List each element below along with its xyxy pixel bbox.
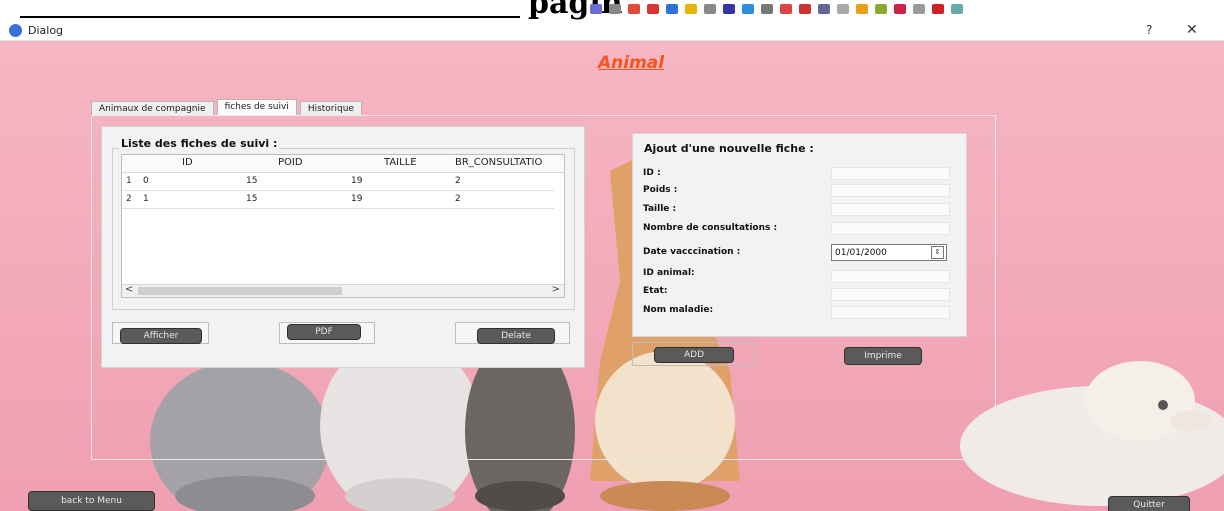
row-divider — [122, 208, 554, 209]
input-etat[interactable] — [831, 288, 950, 301]
dialog-canvas: Animal Animaux de compagnie fiches de su… — [0, 41, 1224, 511]
scroll-right-arrow[interactable]: > — [552, 284, 560, 295]
fiches-table[interactable]: ID POID TAILLE BR_CONSULTATIO 1 0 15 19 … — [121, 154, 565, 298]
cell-poid[interactable]: 15 — [246, 194, 257, 204]
close-button[interactable]: ✕ — [1186, 22, 1198, 38]
taskbar-icons — [590, 4, 963, 14]
label-id: ID : — [643, 168, 661, 178]
date-vaccination-input[interactable]: 01/01/2000 ⇕ — [831, 244, 947, 261]
cell-poid[interactable]: 15 — [246, 176, 257, 186]
input-nb-consultations[interactable] — [831, 222, 950, 235]
list-group-title: Liste des fiches de suivi : — [119, 137, 280, 150]
row-number: 1 — [126, 176, 132, 186]
column-header-id[interactable]: ID — [182, 157, 193, 168]
label-id-animal: ID animal: — [643, 268, 695, 278]
back-to-menu-button[interactable]: back to Menu — [28, 491, 155, 511]
window-titlebar: Dialog ? ✕ — [0, 22, 1224, 41]
label-nb-consultations: Nombre de consultations : — [643, 223, 778, 233]
column-header-poid[interactable]: POID — [278, 157, 303, 168]
column-header-taille[interactable]: TAILLE — [384, 157, 417, 168]
input-id-animal[interactable] — [831, 270, 950, 283]
row-number: 2 — [126, 194, 132, 204]
window-title: Dialog — [28, 24, 64, 37]
column-header-br-consultation[interactable]: BR_CONSULTATIO — [455, 157, 542, 168]
cell-br-consultation[interactable]: 2 — [455, 176, 461, 186]
form-group-title: Ajout d'une nouvelle fiche : — [642, 142, 816, 155]
page-title: Animal — [598, 53, 665, 73]
cell-id[interactable]: 0 — [143, 176, 149, 186]
cell-taille[interactable]: 19 — [351, 176, 362, 186]
cell-id[interactable]: 1 — [143, 194, 149, 204]
tab-animaux[interactable]: Animaux de compagnie — [91, 101, 214, 116]
row-divider — [122, 190, 554, 191]
label-poids: Poids : — [643, 185, 678, 195]
app-icon — [9, 24, 22, 37]
scroll-thumb[interactable] — [138, 287, 342, 295]
input-taille[interactable] — [831, 203, 950, 216]
label-date-vaccination: Date vacccination : — [643, 247, 741, 257]
input-nom-maladie[interactable] — [831, 306, 950, 319]
scroll-left-arrow[interactable]: < — [125, 284, 133, 295]
cell-br-consultation[interactable]: 2 — [455, 194, 461, 204]
table-header: ID POID TAILLE BR_CONSULTATIO — [122, 155, 564, 173]
cell-taille[interactable]: 19 — [351, 194, 362, 204]
label-taille: Taille : — [643, 204, 677, 214]
tab-historique[interactable]: Historique — [299, 101, 362, 116]
table-horizontal-scrollbar[interactable]: < > — [122, 284, 564, 297]
date-spin-icon[interactable]: ⇕ — [931, 246, 944, 259]
top-cropped-strip: pagin — [0, 0, 1224, 22]
imprime-button[interactable]: Imprime — [844, 347, 922, 365]
label-etat: Etat: — [643, 286, 668, 296]
label-nom-maladie: Nom maladie: — [643, 305, 714, 315]
input-poids[interactable] — [831, 184, 950, 197]
add-button[interactable]: ADD — [654, 347, 734, 363]
input-id[interactable] — [831, 167, 950, 180]
date-value: 01/01/2000 — [835, 248, 887, 258]
help-button[interactable]: ? — [1146, 23, 1152, 37]
cropped-underline — [20, 16, 520, 18]
afficher-button[interactable]: Afficher — [120, 328, 202, 344]
delete-button[interactable]: Delate — [477, 328, 555, 344]
quit-button[interactable]: Quitter — [1108, 496, 1190, 511]
tab-fiches-suivi[interactable]: fiches de suivi — [216, 99, 297, 116]
pdf-button[interactable]: PDF — [287, 324, 361, 340]
